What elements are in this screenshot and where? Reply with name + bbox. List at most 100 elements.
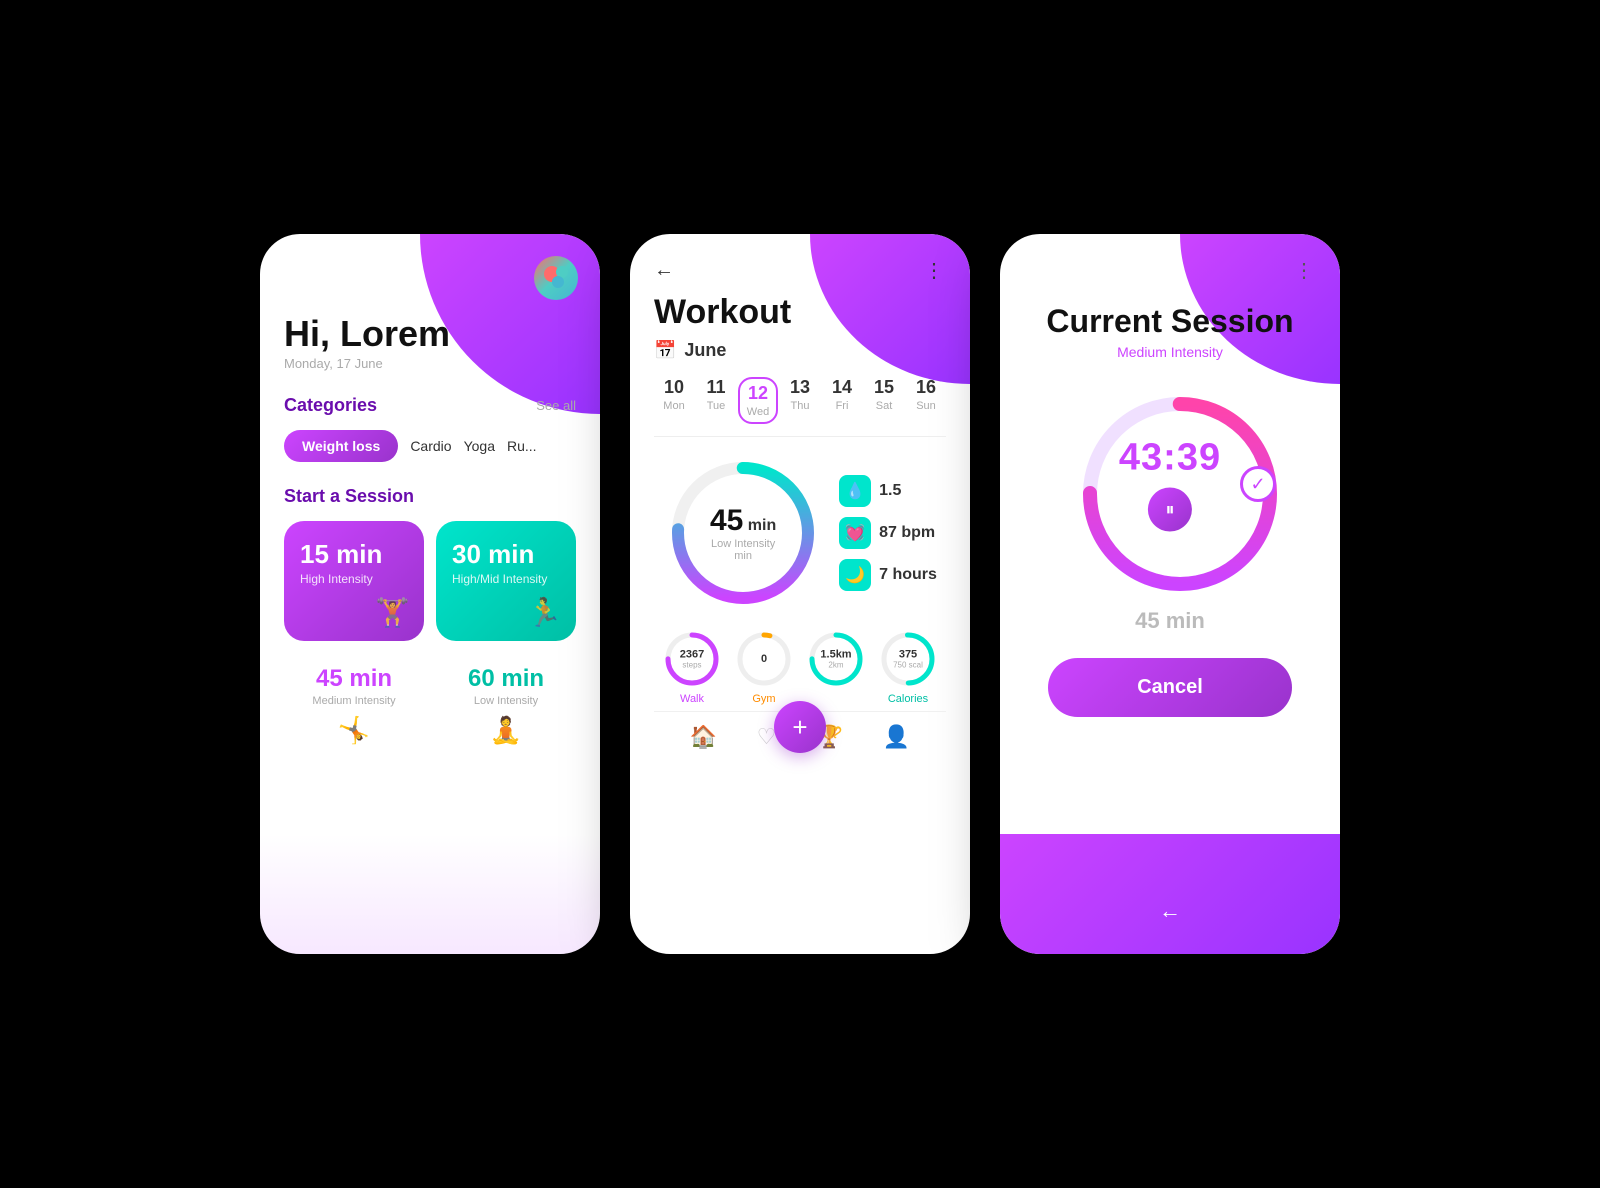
stats-row: 45 min Low Intensity min 💧 1.5 💓 87 bpm	[654, 453, 946, 613]
card-30min-label: 30 min	[452, 539, 560, 570]
divider	[654, 436, 946, 437]
calories-val: 375	[893, 649, 923, 661]
phone3-decoration-bottom	[1000, 834, 1340, 954]
stat-bpm-val: 87 bpm	[879, 524, 935, 542]
donut-sub2: min	[710, 550, 776, 562]
walk-ring: 2367 steps	[662, 629, 722, 689]
moon-icon: 🌙	[839, 559, 871, 591]
activity-gym: 0 Gym	[734, 629, 794, 705]
phone1-decoration2	[260, 834, 600, 954]
calendar-icon: 📅	[654, 340, 676, 361]
category-running[interactable]: Ru...	[507, 438, 537, 454]
activity-calories: 375 750 scal Calories	[878, 629, 938, 705]
session-title: Start a Session	[284, 486, 576, 507]
gym-label: Gym	[752, 693, 775, 705]
card-45min[interactable]: 45 min Medium Intensity 🤸	[284, 655, 424, 752]
card-15min[interactable]: 15 min High Intensity 🏋	[284, 521, 424, 641]
calendar-row: 10 Mon 11 Tue 12 Wed 13 Thu 14 Fri	[654, 377, 946, 424]
session-duration: 45 min	[1024, 608, 1316, 634]
donut-value: 45	[710, 504, 743, 537]
gym-ring: 0	[734, 629, 794, 689]
cal-day-15[interactable]: 15 Sat	[864, 377, 904, 424]
donut-chart: 45 min Low Intensity min	[663, 453, 823, 613]
stat-sleep-val: 7 hours	[879, 566, 937, 584]
phone2-body: ← ⋮ Workout 📅 June 10 Mon 11 Tue 12	[630, 234, 970, 762]
more-options-button-3[interactable]: ⋮	[1294, 258, 1316, 283]
phone3-header: ⋮	[1024, 258, 1316, 283]
pause-icon: ⏸	[1165, 499, 1174, 520]
stretch-icon: 🤸	[284, 715, 424, 746]
bottom-nav: 🏠 ♡ + 🏆 👤	[654, 711, 946, 762]
stat-water-val: 1.5	[879, 482, 901, 500]
donut-center: 45 min Low Intensity min	[710, 504, 776, 562]
profile-nav-icon[interactable]: 👤	[883, 724, 910, 750]
check-badge[interactable]: ✓	[1240, 466, 1276, 502]
phone2-header: ← ⋮	[654, 258, 946, 283]
session-subheading: Medium Intensity	[1024, 344, 1316, 360]
activity-circles: 2367 steps Walk 0	[654, 629, 946, 705]
phone-1: Hi, Lorem Monday, 17 June Categories See…	[260, 234, 600, 954]
pause-button[interactable]: ⏸	[1148, 488, 1192, 532]
card-60min-label: 60 min	[436, 665, 576, 693]
home-nav-icon[interactable]: 🏠	[690, 724, 717, 750]
running-icon: 🏃	[527, 596, 562, 629]
see-all-link[interactable]: See all	[536, 398, 576, 413]
timer-time: 43:39	[1119, 437, 1221, 480]
more-options-button[interactable]: ⋮	[924, 258, 946, 283]
month-label: June	[684, 340, 726, 361]
session-cards-bottom: 45 min Medium Intensity 🤸 60 min Low Int…	[284, 655, 576, 752]
card-45min-intensity: Medium Intensity	[284, 695, 424, 707]
card-60min[interactable]: 60 min Low Intensity 🧘	[436, 655, 576, 752]
categories-title: Categories	[284, 395, 377, 416]
walk-label: Walk	[680, 693, 704, 705]
heart-icon: 💓	[839, 517, 871, 549]
timer-container: 43:39 ⏸ ✓	[1024, 384, 1316, 584]
card-30min-intensity: High/Mid Intensity	[452, 572, 560, 586]
cal-day-10[interactable]: 10 Mon	[654, 377, 694, 424]
side-stats: 💧 1.5 💓 87 bpm 🌙 7 hours	[839, 475, 937, 591]
category-weight-loss[interactable]: Weight loss	[284, 430, 398, 462]
session-heading: Current Session	[1024, 303, 1316, 340]
stat-sleep: 🌙 7 hours	[839, 559, 937, 591]
dumbbell-icon: 🏋	[375, 596, 410, 629]
cancel-button[interactable]: Cancel	[1048, 658, 1292, 717]
cal-day-12[interactable]: 12 Wed	[738, 377, 778, 424]
phone-2: ← ⋮ Workout 📅 June 10 Mon 11 Tue 12	[630, 234, 970, 954]
donut-sub: Low Intensity	[710, 538, 776, 550]
card-45min-label: 45 min	[284, 665, 424, 693]
add-fab-button[interactable]: +	[774, 701, 826, 753]
walk-val: 2367	[680, 649, 704, 661]
calories-ring: 375 750 scal	[878, 629, 938, 689]
cal-day-14[interactable]: 14 Fri	[822, 377, 862, 424]
category-yoga[interactable]: Yoga	[464, 438, 495, 454]
walk-unit: steps	[680, 661, 704, 670]
yoga-icon: 🧘	[436, 715, 576, 746]
distance-val: 1.5km	[820, 649, 851, 661]
activity-distance: 1.5km 2km	[806, 629, 866, 705]
phone-3: ⋮ Current Session Medium Intensity	[1000, 234, 1340, 954]
gym-val: 0	[761, 653, 767, 665]
screens-container: Hi, Lorem Monday, 17 June Categories See…	[260, 234, 1340, 954]
back-button-3[interactable]: ←	[1159, 898, 1181, 924]
distance-ring: 1.5km 2km	[806, 629, 866, 689]
category-cardio[interactable]: Cardio	[410, 438, 451, 454]
session-cards-top: 15 min High Intensity 🏋 30 min High/Mid …	[284, 521, 576, 641]
month-row: 📅 June	[654, 340, 946, 361]
cal-day-13[interactable]: 13 Thu	[780, 377, 820, 424]
categories-row: Weight loss Cardio Yoga Ru...	[284, 430, 576, 462]
cal-day-16[interactable]: 16 Sun	[906, 377, 946, 424]
greeting-name: Hi, Lorem	[284, 314, 576, 354]
phone3-body: ⋮ Current Session Medium Intensity	[1000, 234, 1340, 717]
card-30min[interactable]: 30 min High/Mid Intensity 🏃	[436, 521, 576, 641]
cal-day-11[interactable]: 11 Tue	[696, 377, 736, 424]
greeting-date: Monday, 17 June	[284, 356, 576, 371]
avatar[interactable]	[534, 256, 578, 300]
phone1-body: Hi, Lorem Monday, 17 June Categories See…	[260, 234, 600, 776]
water-icon: 💧	[839, 475, 871, 507]
card-15min-label: 15 min	[300, 539, 408, 570]
calories-label: Calories	[888, 693, 928, 705]
categories-header: Categories See all	[284, 395, 576, 416]
back-button[interactable]: ←	[654, 259, 674, 282]
distance-unit: 2km	[820, 661, 851, 670]
card-60min-intensity: Low Intensity	[436, 695, 576, 707]
